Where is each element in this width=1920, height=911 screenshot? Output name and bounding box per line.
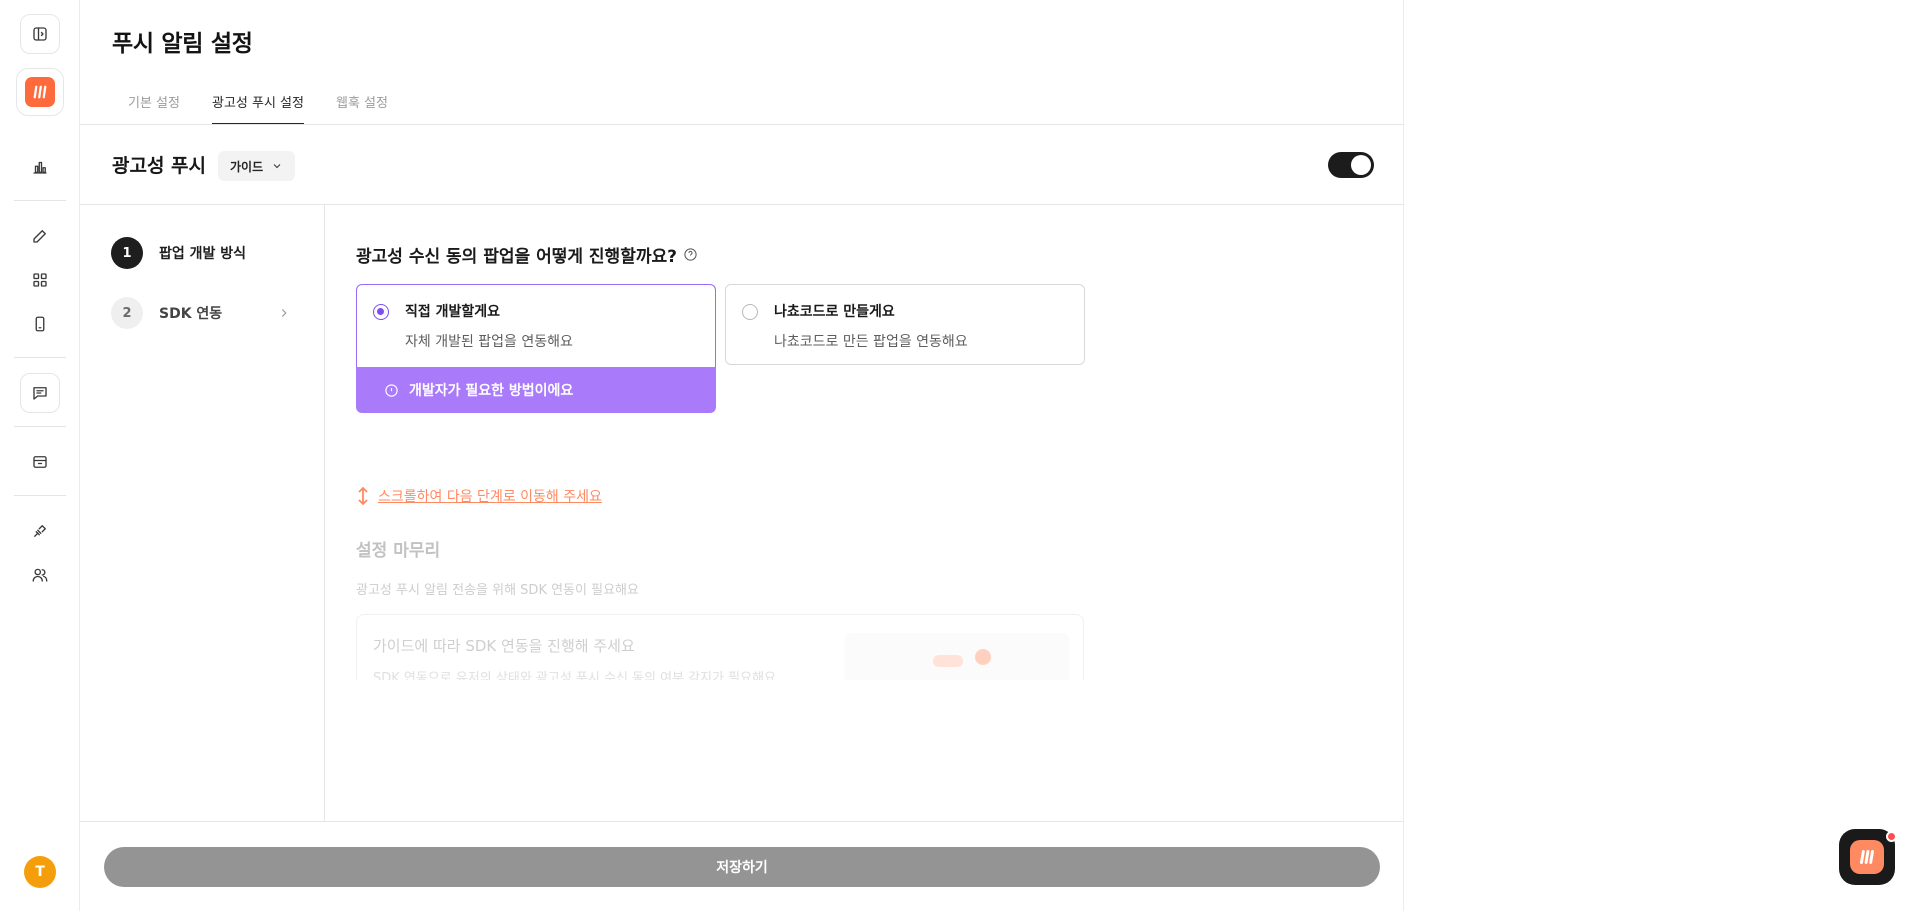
illustration-dot — [975, 649, 991, 665]
grid-icon — [33, 273, 47, 287]
radio-unselected[interactable] — [742, 304, 758, 320]
option-subtitle: 자체 개발된 팝업을 연동해요 — [405, 334, 573, 350]
tab-webhook-settings[interactable]: 웹훅 설정 — [336, 92, 388, 125]
option-subtitle: 나쵸코드로 만든 팝업을 연동해요 — [774, 334, 968, 350]
nav-inbox[interactable] — [20, 442, 60, 482]
message-icon — [33, 387, 47, 400]
guide-label: 가이드 — [230, 159, 264, 174]
option-direct-dev[interactable]: 직접 개발할게요 자체 개발된 팝업을 연동해요 — [356, 284, 716, 368]
chevron-down-icon — [273, 164, 281, 169]
toggle-knob — [1351, 155, 1371, 175]
nav-analytics[interactable] — [20, 147, 60, 187]
stepper: 1 팝업 개발 방식 2 SDK 연동 — [80, 205, 325, 821]
mobile-icon — [35, 316, 45, 332]
step-label: 팝업 개발 방식 — [159, 246, 247, 262]
help-icon[interactable] — [683, 247, 698, 262]
chat-support-button[interactable] — [1839, 829, 1897, 885]
inbox-icon — [33, 456, 47, 468]
brand-logo[interactable] — [16, 68, 64, 116]
divider — [80, 124, 1404, 125]
save-button[interactable]: 저장하기 — [104, 847, 1380, 887]
step-label: SDK 연동 — [159, 306, 223, 322]
option-nachocode[interactable]: 나쵸코드로 만들게요 나쵸코드로 만든 팝업을 연동해요 — [725, 284, 1085, 365]
step-number: 2 — [111, 297, 143, 329]
next-section-title: 설정 마무리 — [356, 541, 441, 561]
users-icon — [32, 568, 48, 582]
sdk-guide-illustration — [845, 633, 1069, 680]
step-popup-method[interactable]: 1 팝업 개발 방식 — [111, 237, 291, 269]
sidebar-toggle-icon — [33, 27, 47, 41]
question-text: 광고성 수신 동의 팝업을 어떻게 진행할까요? — [356, 247, 677, 267]
nav-mobile[interactable] — [20, 304, 60, 344]
radio-selected[interactable] — [373, 304, 389, 320]
option-title: 직접 개발할게요 — [405, 304, 501, 320]
expand-sidebar-button[interactable] — [20, 14, 60, 54]
nav-users[interactable] — [20, 555, 60, 595]
divider — [80, 821, 1404, 822]
tab-ad-push-settings[interactable]: 광고성 푸시 설정 — [211, 92, 304, 125]
chevron-right-icon — [281, 309, 287, 317]
main-panel: 푸시 알림 설정 기본 설정 광고성 푸시 설정 웹훅 설정 광고성 푸시 가이… — [80, 0, 1404, 911]
rail-divider — [14, 495, 66, 496]
next-section-subtitle: 광고성 푸시 알림 전송을 위해 SDK 연동이 필요해요 — [356, 583, 639, 598]
sdk-guide-card-title: 가이드에 따라 SDK 연동을 진행해 주세요 — [373, 637, 635, 655]
nav-apps[interactable] — [20, 260, 60, 300]
option-title: 나쵸코드로 만들게요 — [774, 304, 895, 320]
tab-basic-settings[interactable]: 기본 설정 — [128, 92, 180, 125]
sdk-guide-card: 가이드에 따라 SDK 연동을 진행해 주세요 SDK 연동으로 유저의 상태와… — [356, 614, 1084, 680]
rail-divider — [14, 357, 66, 358]
illustration-pill — [933, 655, 963, 667]
nav-integrations[interactable] — [20, 511, 60, 551]
guide-dropdown-button[interactable]: 가이드 — [218, 151, 296, 181]
sdk-guide-card-subtitle: SDK 연동으로 유저의 상태와 광고성 푸시 수신 동의 여부 감지가 필요해… — [373, 671, 776, 680]
app-root: T 푸시 알림 설정 기본 설정 광고성 푸시 설정 웹훅 설정 광고성 푸시 … — [0, 0, 1920, 911]
notification-dot — [1886, 831, 1897, 842]
plug-icon — [34, 525, 46, 537]
ad-push-toggle[interactable] — [1328, 152, 1374, 178]
chat-logo-icon — [1850, 840, 1884, 874]
section-title: 광고성 푸시 — [112, 155, 207, 177]
nav-editor[interactable] — [20, 216, 60, 256]
question-heading: 광고성 수신 동의 팝업을 어떻게 진행할까요? — [356, 242, 698, 267]
scroll-hint-link[interactable]: 스크롤하여 다음 단계로 이동해 주세요 — [356, 486, 602, 506]
option-note-text: 개발자가 필요한 방법이에요 — [409, 383, 574, 399]
user-avatar[interactable]: T — [24, 856, 56, 888]
settings-tabs: 기본 설정 광고성 푸시 설정 웹훅 설정 — [128, 92, 388, 125]
rail-divider — [14, 426, 66, 427]
step-number: 1 — [111, 237, 143, 269]
scroll-hint-text: 스크롤하여 다음 단계로 이동해 주세요 — [378, 489, 602, 505]
vertical-arrows-icon — [358, 486, 368, 506]
info-icon — [385, 383, 398, 397]
logo-icon — [25, 77, 55, 107]
bar-chart-icon — [33, 161, 47, 174]
nav-messages[interactable] — [20, 373, 60, 413]
step-sdk-integration[interactable]: 2 SDK 연동 — [111, 297, 291, 329]
page-title: 푸시 알림 설정 — [112, 31, 253, 57]
option-note: 개발자가 필요한 방법이에요 — [356, 367, 716, 413]
left-rail: T — [0, 0, 80, 911]
rail-divider — [14, 200, 66, 201]
pencil-icon — [33, 230, 46, 243]
